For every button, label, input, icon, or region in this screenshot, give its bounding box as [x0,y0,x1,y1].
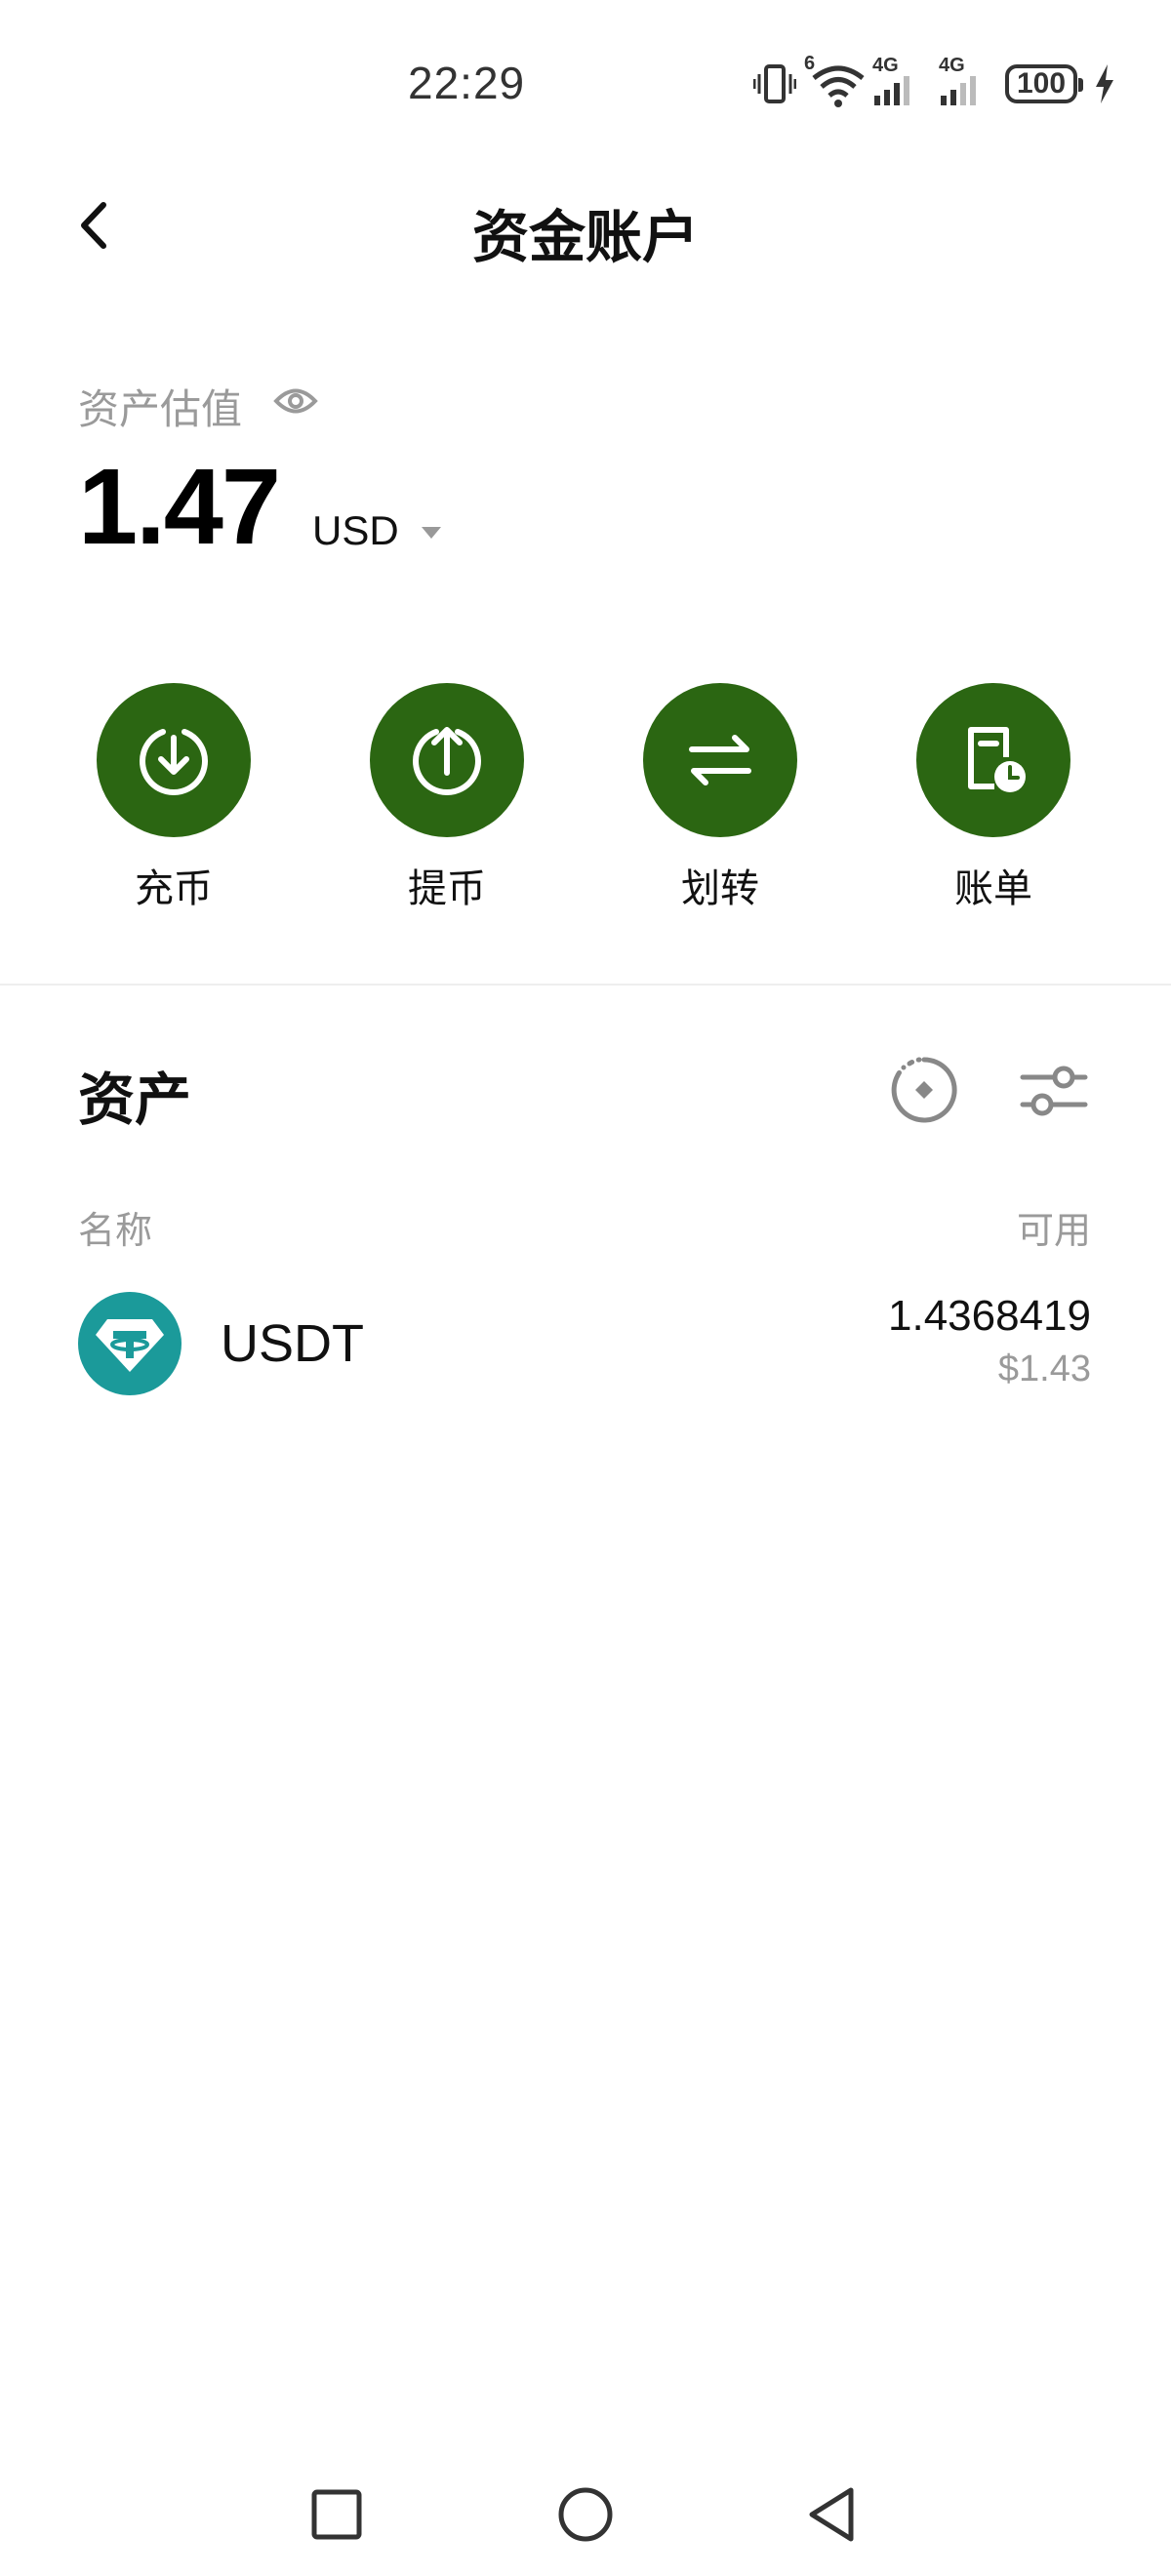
triangle-back-icon [809,2487,854,2542]
filter-icon[interactable] [1019,1060,1089,1122]
coin-available-amount: 1.4368419 [888,1292,1091,1340]
deposit-icon [140,729,208,796]
usdt-coin-icon [78,1292,182,1395]
currency-selector[interactable]: USD [312,507,399,554]
signal-icon-2 [941,76,976,105]
system-nav-bar [0,2459,1171,2576]
column-header-name: 名称 [78,1209,153,1252]
asset-row-usdt[interactable]: USDT 1.4368419 $1.43 [0,1278,1171,1415]
circle-icon [558,2487,613,2542]
valuation-amount: 1.47 [78,447,281,567]
withdraw-label: 提币 [408,866,486,911]
coin-symbol: USDT [221,1314,364,1373]
wifi-icon [812,65,865,107]
bill-icon [968,727,1026,792]
history-icon[interactable] [890,1056,958,1124]
eye-icon[interactable] [273,382,318,420]
transfer-label: 划转 [681,866,759,911]
status-bar: 22:29 6 4G 4G 100 [0,0,1171,166]
vibrate-icon [753,64,796,103]
status-icons: 6 4G 4G 100 [753,53,1124,109]
signal-icon-1 [874,76,909,105]
wifi-badge: 6 [804,53,816,74]
caret-down-icon[interactable] [420,525,443,541]
page-title: 资金账户 [471,204,699,270]
withdraw-icon [413,727,481,796]
assets-title: 资产 [78,1067,192,1133]
home-button[interactable] [551,2480,620,2549]
column-header-available: 可用 [1016,1209,1091,1252]
withdraw-button[interactable]: 提币 [349,683,545,917]
status-time: 22:29 [408,58,526,108]
charging-icon [1096,64,1113,103]
coin-usd-value: $1.43 [997,1348,1091,1389]
bill-label: 账单 [954,866,1032,911]
battery-icon: 100 [1005,64,1083,103]
transfer-button[interactable]: 划转 [623,683,818,917]
valuation-label: 资产估值 [78,385,243,433]
square-icon [311,2489,362,2540]
nav-back-button[interactable] [800,2480,868,2549]
transfer-icon [689,735,751,785]
action-bar: 充币 提币 划转 账单 [0,683,1171,917]
section-divider [0,984,1171,986]
recents-button[interactable] [303,2480,371,2549]
deposit-button[interactable]: 充币 [76,683,271,917]
deposit-label: 充币 [135,866,213,911]
bill-button[interactable]: 账单 [896,683,1091,917]
